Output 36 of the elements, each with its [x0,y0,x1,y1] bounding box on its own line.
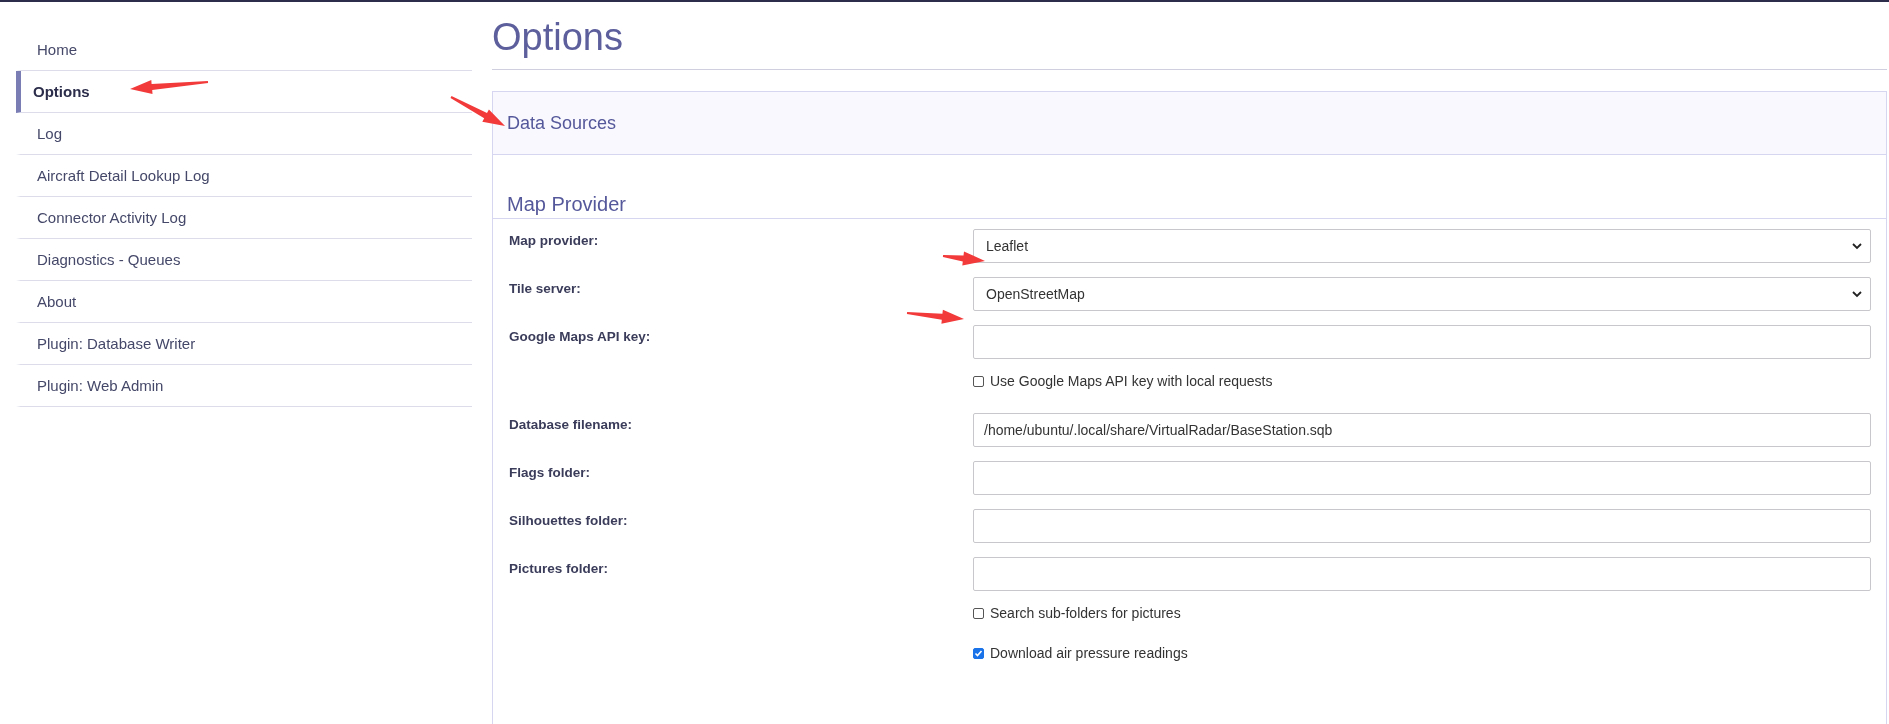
section-title: Map Provider [493,193,1886,219]
checkbox[interactable] [973,375,984,387]
sidebar-item[interactable]: About [16,281,472,323]
input-field[interactable] [973,557,1871,591]
checkbox-label[interactable]: Search sub-folders for pictures [990,605,1181,621]
annotation-arrow [450,96,505,126]
field-label: Silhouettes folder: [509,512,629,528]
sidebar-item[interactable]: Diagnostics - Queues [16,239,472,281]
input-field[interactable] [973,461,1871,495]
chevron-down-icon [1852,242,1862,250]
field-label: Google Maps API key: [509,328,652,344]
annotation-arrow [906,309,964,324]
sidebar-item[interactable]: Plugin: Web Admin [16,365,472,407]
field-label: Flags folder: [509,464,591,480]
input-field[interactable] [973,325,1871,359]
checkbox-label[interactable]: Download air pressure readings [990,645,1188,661]
checkbox[interactable] [973,607,984,619]
sidebar-item[interactable]: Log [16,113,472,155]
field-label: Pictures folder: [509,560,610,576]
select-field[interactable]: OpenStreetMap [973,277,1871,311]
sidebar-item[interactable]: Connector Activity Log [16,197,472,239]
sidebar-item[interactable]: Home [16,29,472,71]
annotation-arrow [942,251,985,266]
field-label: Tile server: [509,280,582,296]
panel-header: Data Sources [493,92,1886,155]
select-field[interactable]: Leaflet [973,229,1871,263]
field-label: Database filename: [509,416,634,432]
checkbox-label[interactable]: Use Google Maps API key with local requests [990,373,1273,389]
checkbox[interactable] [973,647,984,659]
sidebar-item[interactable]: Aircraft Detail Lookup Log [16,155,472,197]
page-title: Options [492,16,1887,70]
input-field[interactable] [973,509,1871,543]
chevron-down-icon [1852,290,1862,298]
sidebar-item[interactable]: Plugin: Database Writer [16,323,472,365]
field-label: Map provider: [509,232,600,248]
input-field[interactable]: /home/ubuntu/.local/share/VirtualRadar/BaseStation.sqb [973,413,1871,447]
